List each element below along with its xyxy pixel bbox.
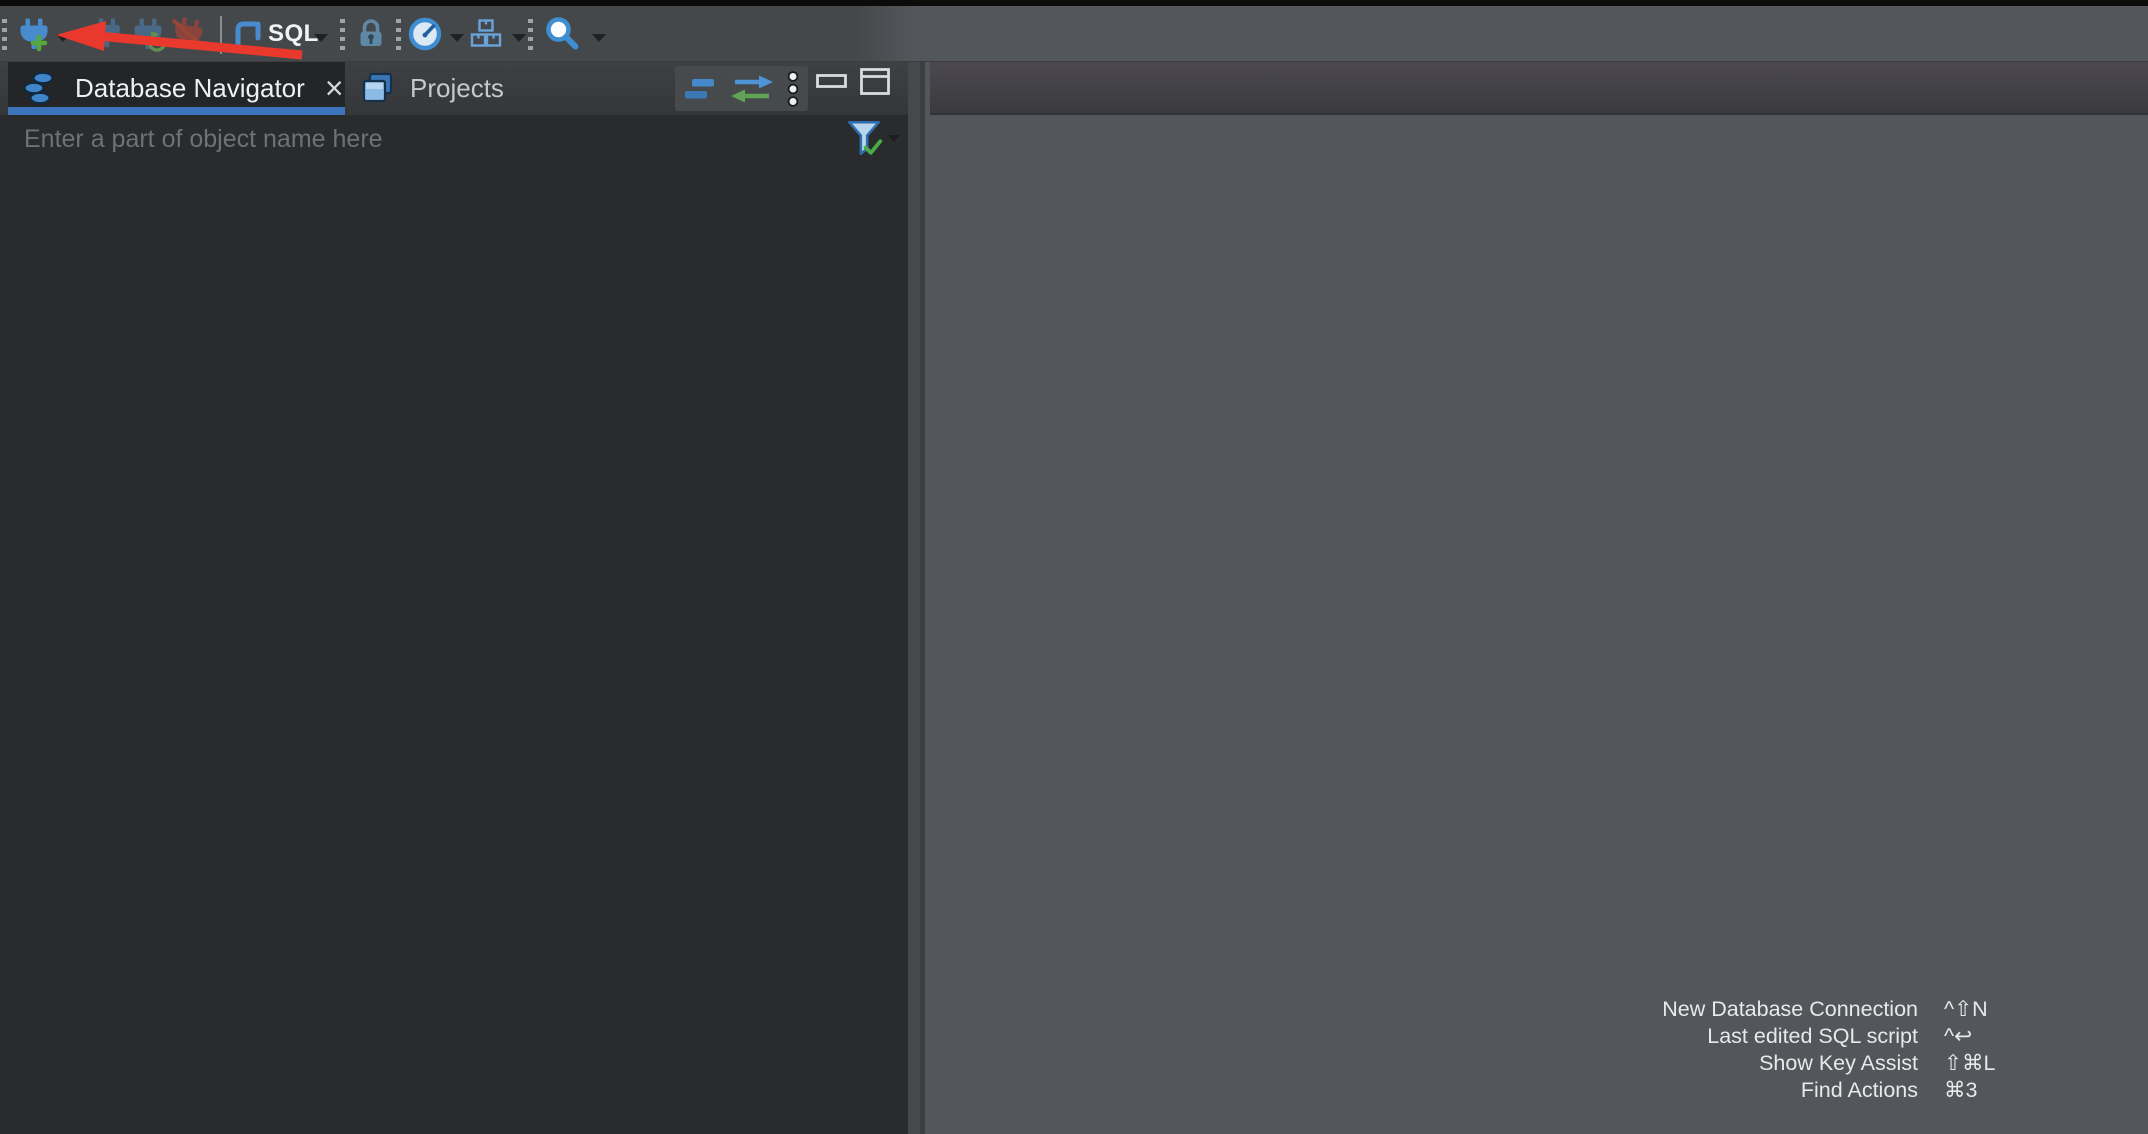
object-filter-row [0,115,908,163]
driver-manager-button[interactable] [468,16,504,52]
gauge-icon [406,15,444,53]
new-connection-button[interactable] [16,16,52,52]
shortcut-row: Show Key Assist ⇧⌘L [1662,1050,2040,1077]
panel-resize-sash[interactable] [908,62,925,1134]
link-with-editor-icon [729,73,775,105]
editor-area: New Database Connection ^⇧N Last edited … [930,62,2148,1134]
disconnect-button[interactable] [170,16,206,52]
database-stack-icon [20,68,62,110]
search-button[interactable] [544,15,582,53]
shortcut-label: Find Actions [1801,1077,1918,1104]
sql-editor-icon [232,16,264,52]
minimize-view-button[interactable] [816,74,848,89]
search-icon [544,15,582,53]
editor-tabstrip [930,62,2148,115]
maximize-icon [860,68,891,96]
vertical-dots-icon [786,71,800,107]
main-toolbar: SQL [0,6,2148,62]
shortcut-keys: ^⇧N [1944,996,2040,1023]
dbeaver-window: SQL [0,0,2148,1134]
object-filter-input[interactable] [24,120,744,158]
dashboard-button[interactable] [406,15,444,53]
sql-editor-dropdown-arrow[interactable] [314,34,328,42]
filter-settings-button[interactable] [844,117,884,157]
shortcut-label: New Database Connection [1662,996,1918,1023]
maximize-view-button[interactable] [860,68,891,96]
navigator-tree-area [0,163,908,1134]
tab-label: Database Navigator [75,73,305,104]
filter-dropdown-arrow[interactable] [888,135,900,142]
shortcut-row: Last edited SQL script ^↩ [1662,1023,2040,1050]
dashboard-dropdown-arrow[interactable] [450,34,464,42]
shortcut-label: Last edited SQL script [1707,1023,1918,1050]
minimize-icon [816,74,848,89]
toolbar-drag-handle[interactable] [2,19,7,55]
projects-icon [359,70,397,108]
tab-label: Projects [410,73,504,104]
plug-refresh-icon [130,16,168,52]
plug-icon [90,16,124,50]
lock-workspace-button[interactable] [354,17,388,51]
shortcut-label: Show Key Assist [1759,1050,1918,1077]
plug-plus-icon [16,16,52,52]
shortcut-keys: ⇧⌘L [1944,1050,2040,1077]
collapse-all-icon [683,76,717,102]
plug-slash-icon [170,16,206,52]
link-with-editor-button[interactable] [729,73,775,105]
funnel-check-icon [844,117,884,157]
shortcut-hints: New Database Connection ^⇧N Last edited … [1662,996,2040,1104]
new-sql-editor-button[interactable]: SQL [232,16,319,52]
close-icon[interactable]: × [325,72,344,104]
view-toolbar [675,66,808,111]
packages-icon [468,16,504,52]
toolbar-separator [220,16,222,54]
panel-tabstrip: Database Navigator × Projects [0,62,908,115]
search-dropdown-arrow[interactable] [592,34,606,42]
tab-database-navigator[interactable]: Database Navigator × [8,62,345,115]
shortcut-keys: ^↩ [1944,1023,2040,1050]
database-navigator-panel: Database Navigator × Projects [0,62,908,1134]
driver-manager-dropdown-arrow[interactable] [512,34,526,42]
toolbar-drag-handle[interactable] [396,19,401,55]
view-menu-button[interactable] [786,71,800,107]
new-connection-dropdown-arrow[interactable] [56,34,70,42]
collapse-all-button[interactable] [683,76,717,102]
reconnect-button[interactable] [130,16,168,52]
connect-button[interactable] [90,16,124,50]
shortcut-row: New Database Connection ^⇧N [1662,996,2040,1023]
tab-projects[interactable]: Projects [345,62,535,115]
sql-label: SQL [268,20,319,48]
toolbar-drag-handle[interactable] [528,19,533,55]
shortcut-row: Find Actions ⌘3 [1662,1077,2040,1104]
toolbar-drag-handle[interactable] [340,19,345,55]
lock-icon [354,17,388,51]
shortcut-keys: ⌘3 [1944,1077,2040,1104]
